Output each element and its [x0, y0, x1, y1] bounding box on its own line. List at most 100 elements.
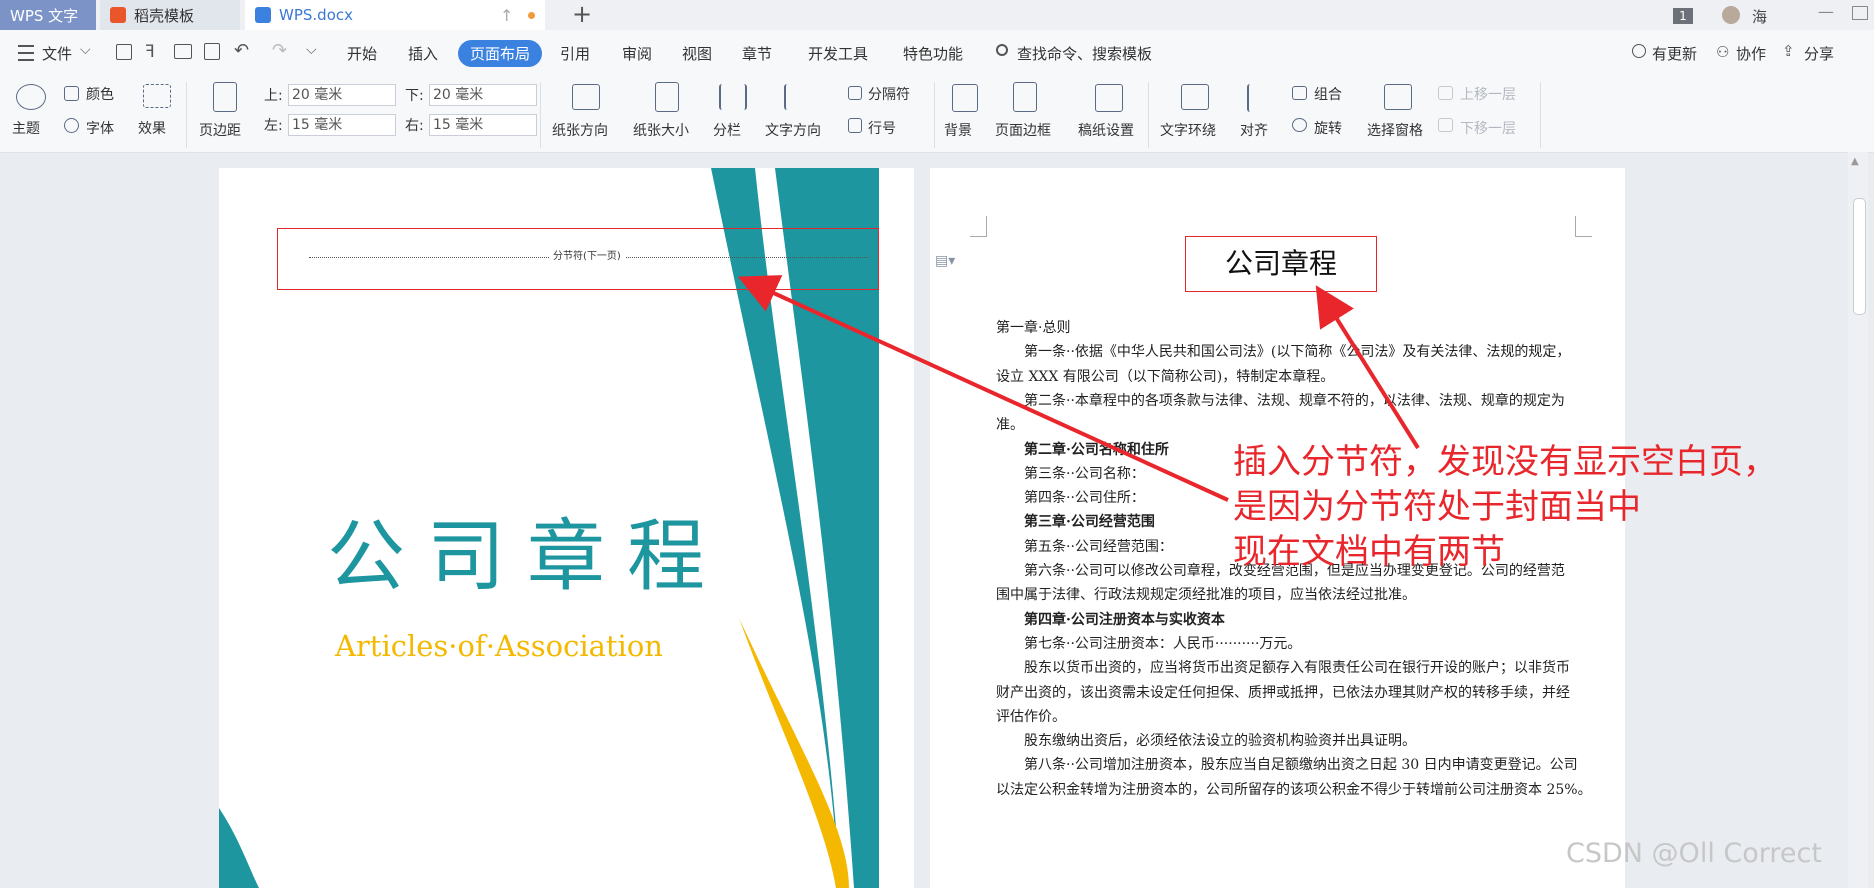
print-preview-icon[interactable]: [204, 43, 220, 60]
menu-references[interactable]: 引用: [560, 43, 590, 64]
cover-title-en[interactable]: Articles·of·Association: [335, 629, 663, 663]
document-paragraph-line[interactable]: 准。: [996, 414, 1024, 434]
orientation-button[interactable]: 纸张方向: [552, 120, 608, 140]
document-paragraph-line[interactable]: 第一条··依据《中华人民共和国公司法》(以下简称《公司法》及有关法律、法规的规定…: [1024, 341, 1570, 361]
document-paragraph-line[interactable]: 第二章·公司名称和住所: [1024, 439, 1169, 459]
cover-page[interactable]: 分节符(下一页) 公司章程 Articles·of·Association: [219, 168, 914, 888]
colors-button[interactable]: 颜色: [86, 84, 114, 104]
document-paragraph-line[interactable]: 第四章·公司注册资本与实收资本: [1024, 609, 1225, 629]
page-border-button[interactable]: 页面边框: [995, 120, 1051, 140]
scroll-up-icon[interactable]: ▲: [1851, 156, 1859, 167]
new-tab-icon[interactable]: +: [572, 0, 592, 28]
theme-button[interactable]: 主题: [12, 118, 40, 138]
menu-page-layout[interactable]: 页面布局: [458, 40, 543, 67]
line-numbers-button[interactable]: 行号: [868, 118, 896, 138]
share-link[interactable]: 分享: [1804, 43, 1834, 64]
ribbon-divider: [1148, 82, 1149, 148]
updates-link[interactable]: 有更新: [1652, 43, 1697, 64]
text-wrap-button[interactable]: 文字环绕: [1160, 120, 1216, 140]
daoke-icon: [110, 7, 126, 23]
document-paragraph-line[interactable]: 以法定公积金转增为注册资本的，公司所留存的该项公积金不得少于转增前公司注册资本 …: [996, 779, 1592, 799]
rotate-button[interactable]: 旋转: [1314, 118, 1342, 138]
background-button[interactable]: 背景: [944, 120, 972, 140]
paper-size-button[interactable]: 纸张大小: [633, 120, 689, 140]
document-paragraph-line[interactable]: 第七条··公司注册资本：人民币··········万元。: [1024, 633, 1301, 653]
document-paragraph-line[interactable]: 第四条··公司住所：: [1024, 487, 1145, 507]
effects-button[interactable]: 效果: [138, 118, 166, 138]
font-button[interactable]: 字体: [86, 118, 114, 138]
group-icon: [1292, 86, 1307, 100]
bottom-margin-input[interactable]: 20 毫米: [429, 84, 537, 106]
menu-view[interactable]: 视图: [682, 43, 712, 64]
background-icon: [952, 84, 978, 112]
tab-daoke-templates[interactable]: 稻壳模板: [100, 0, 240, 30]
command-search[interactable]: 查找命令、搜索模板: [1017, 43, 1152, 64]
menu-review[interactable]: 审阅: [622, 43, 652, 64]
menu-special-features[interactable]: 特色功能: [903, 43, 963, 64]
breaks-button[interactable]: 分隔符: [868, 84, 910, 104]
menu-developer-tools[interactable]: 开发工具: [808, 43, 868, 64]
tab-label: WPS 文字: [10, 6, 79, 25]
document-paragraph-line[interactable]: 股东以货币出资的，应当将货币出资足额存入有限责任公司在银行开设的账户；以非货币: [1024, 657, 1570, 677]
document-paragraph-line[interactable]: 围中属于法律、行政法规规定须经批准的项目，应当依法经过批准。: [996, 584, 1416, 604]
upload-icon[interactable]: ↑: [500, 6, 513, 25]
document-paragraph-line[interactable]: 第三章·公司经营范围: [1024, 511, 1155, 531]
text-direction-button[interactable]: 文字方向: [765, 120, 821, 140]
document-paragraph-line[interactable]: 评估作价。: [996, 706, 1066, 726]
send-backward-button[interactable]: 下移一层: [1460, 118, 1516, 138]
document-heading[interactable]: 公司章程: [1225, 242, 1337, 282]
vertical-scrollbar[interactable]: ▲: [1848, 152, 1868, 888]
selection-pane-icon: [1384, 84, 1412, 110]
document-paragraph-line[interactable]: 第二条··本章程中的各项条款与法律、法规、规章不符的，以法律、法规、规章的规定为: [1024, 390, 1565, 410]
redo-icon[interactable]: ↷: [272, 40, 287, 61]
save-icon[interactable]: [116, 44, 132, 60]
format-painter-icon[interactable]: ꟻ: [145, 42, 155, 62]
share-icon: ⇪: [1782, 42, 1795, 60]
theme-palette-icon[interactable]: [16, 84, 46, 110]
ribbon-divider: [186, 82, 187, 148]
margins-button[interactable]: 页边距: [199, 120, 241, 140]
avatar[interactable]: [1722, 6, 1740, 24]
tab-document[interactable]: WPS.docx ↑: [245, 0, 545, 30]
group-button[interactable]: 组合: [1314, 84, 1342, 104]
paragraph-layout-icon[interactable]: ▤▾: [935, 253, 955, 269]
menu-insert[interactable]: 插入: [408, 43, 438, 64]
menu-chapter[interactable]: 章节: [742, 43, 772, 64]
align-button[interactable]: 对齐: [1240, 120, 1268, 140]
document-paragraph-line[interactable]: 股东缴纳出资后，必须经依法设立的验资机构验资并出具证明。: [1024, 730, 1416, 750]
bottom-margin-label: 下:: [405, 88, 424, 104]
document-paragraph-line[interactable]: 第三条··公司名称：: [1024, 463, 1145, 483]
window-count-badge[interactable]: 1: [1673, 8, 1693, 24]
scrollbar-thumb[interactable]: [1853, 198, 1866, 315]
top-margin-input[interactable]: 20 毫米: [288, 84, 396, 106]
right-margin-input[interactable]: 15 毫米: [429, 114, 537, 136]
columns-button[interactable]: 分栏: [713, 120, 741, 140]
document-paragraph-line[interactable]: 设立 XXX 有限公司（以下简称公司)，特制定本章程。: [996, 366, 1334, 386]
hamburger-icon[interactable]: [18, 45, 34, 61]
menu-file[interactable]: 文件: [42, 43, 72, 64]
document-paragraph-line[interactable]: 第八条··公司增加注册资本，股东应当自足额缴纳出资之日起 30 日内申请变更登记…: [1024, 754, 1578, 774]
tab-label: WPS.docx: [279, 6, 353, 24]
user-name[interactable]: 海: [1752, 6, 1767, 27]
left-margin-input[interactable]: 15 毫米: [288, 114, 396, 136]
watermark: CSDN @Oll Correct: [1566, 838, 1822, 869]
section-break-marker[interactable]: 分节符(下一页): [549, 247, 625, 262]
paper-setup-button[interactable]: 稿纸设置: [1078, 120, 1134, 140]
menu-home[interactable]: 开始: [347, 43, 377, 64]
selection-pane-button[interactable]: 选择窗格: [1367, 120, 1423, 140]
document-paragraph-line[interactable]: 第五条··公司经营范围：: [1024, 536, 1173, 556]
cover-title-cn[interactable]: 公司章程: [327, 494, 727, 606]
tab-wps-writer[interactable]: WPS 文字: [0, 0, 96, 30]
document-paragraph-line[interactable]: 第一章·总则: [996, 317, 1070, 337]
line-numbers-icon: [848, 118, 862, 133]
document-paragraph-line[interactable]: 财产出资的，该出资需未设定任何担保、质押或抵押，已依法办理其财产权的转移手续，并…: [996, 682, 1570, 702]
minimize-icon[interactable]: —: [1818, 2, 1834, 21]
bring-forward-button[interactable]: 上移一层: [1460, 84, 1516, 104]
undo-icon[interactable]: ↶: [234, 40, 249, 61]
chevron-down-icon[interactable]: ⌵: [80, 42, 91, 58]
print-icon[interactable]: [174, 44, 192, 59]
restore-icon[interactable]: [1852, 6, 1868, 20]
collaborate-link[interactable]: 协作: [1736, 43, 1766, 64]
colors-icon: [64, 86, 79, 101]
quick-access-more-icon[interactable]: ⌵: [306, 42, 317, 58]
